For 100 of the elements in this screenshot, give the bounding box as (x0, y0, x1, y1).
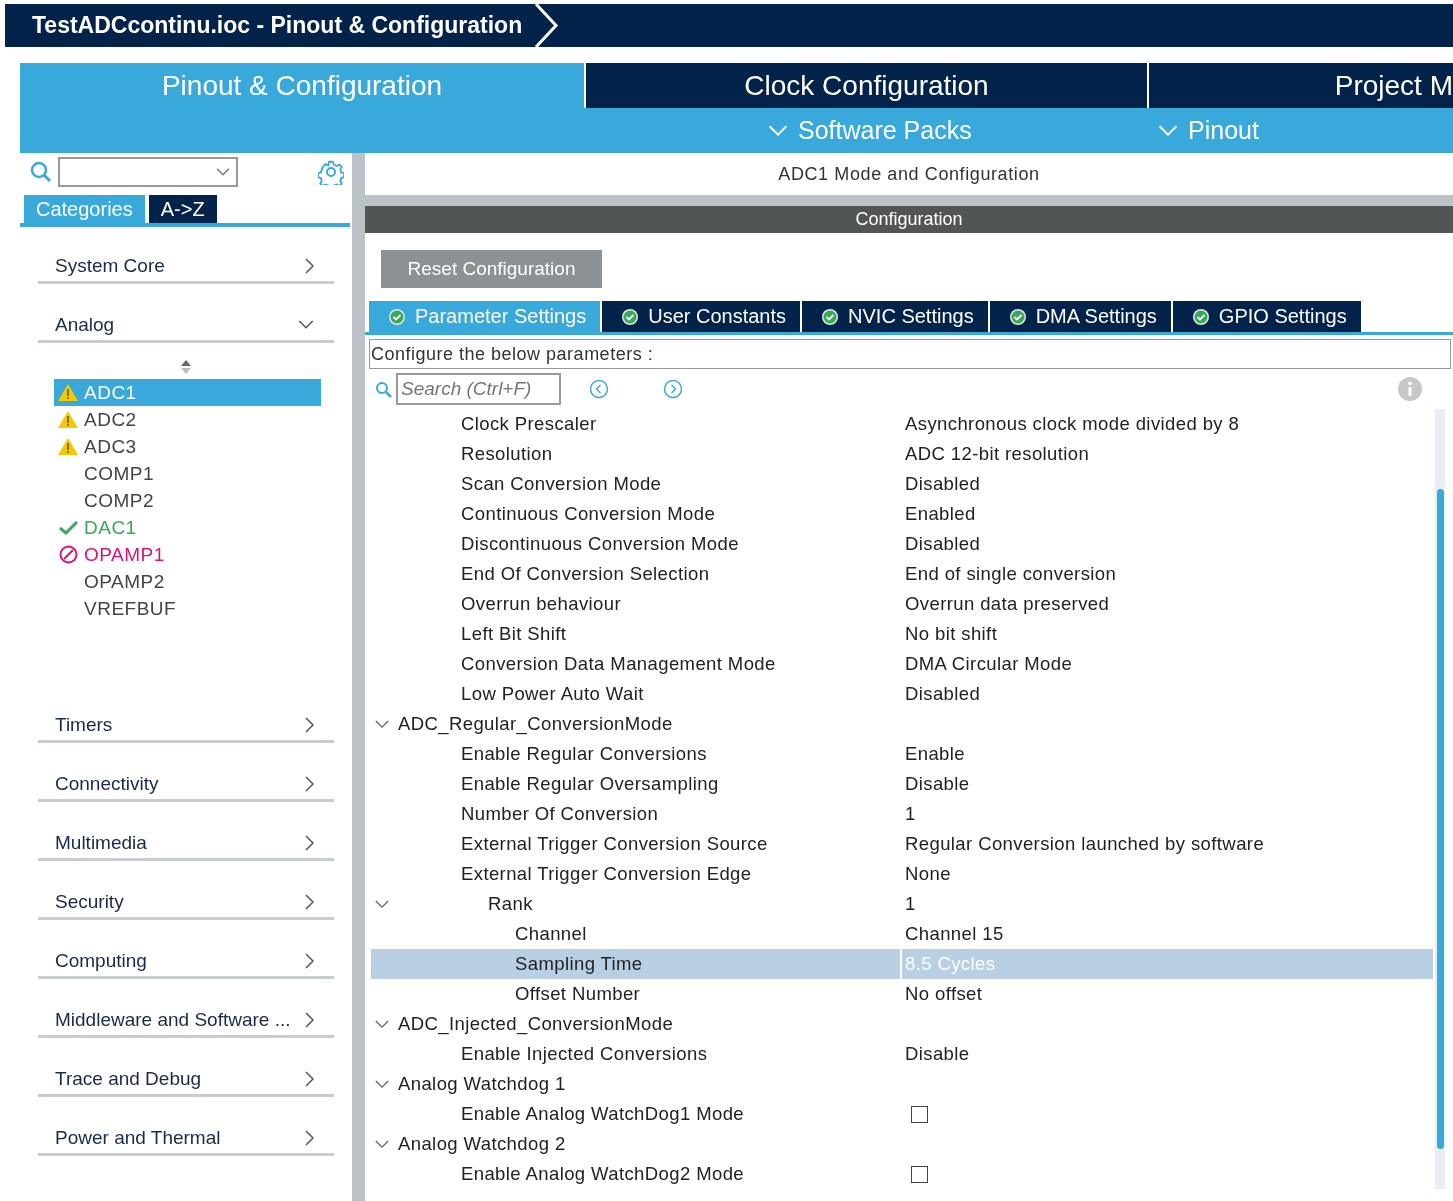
group-label[interactable]: Analog Watchdog 1 (398, 1073, 566, 1095)
parameter-row[interactable]: Channel Channel 15 (371, 919, 1433, 949)
next-icon[interactable] (663, 379, 683, 399)
category-header[interactable]: Middleware and Software ... (38, 1004, 334, 1038)
chevron-right-icon (304, 1070, 314, 1087)
chevron-right-icon (304, 257, 314, 274)
sort-icon[interactable] (180, 359, 192, 375)
parameter-value: Enabled (905, 503, 976, 525)
group-label[interactable]: ADC_Regular_ConversionMode (398, 713, 673, 735)
group-label[interactable]: Analog Watchdog 2 (398, 1133, 566, 1155)
category-header[interactable]: Security (38, 886, 334, 920)
parameter-name: Left Bit Shift (461, 623, 567, 645)
parameter-row[interactable]: External Trigger Conversion Edge None (371, 859, 1433, 889)
group-label[interactable]: ADC_Injected_ConversionMode (398, 1013, 674, 1035)
parameter-value: Disabled (905, 533, 981, 555)
peripheral-item[interactable]: VREFBUF (54, 595, 321, 622)
parameter-name: Scan Conversion Mode (461, 473, 662, 495)
check-circle-icon (622, 308, 639, 325)
settings-tab[interactable]: User Constants (602, 301, 801, 332)
chevron-down-icon[interactable] (375, 1139, 389, 1149)
chevron-down-icon[interactable] (375, 1079, 389, 1089)
parameter-row[interactable]: Enable Regular Conversions Enable (371, 739, 1433, 769)
chevron-down-icon (216, 167, 230, 177)
check-circle-icon (822, 308, 839, 325)
view-tab[interactable]: A->Z (148, 195, 217, 223)
parameter-value: 8.5 Cycles (900, 949, 996, 979)
peripheral-item[interactable]: ADC3 (54, 433, 321, 460)
parameter-row[interactable]: End Of Conversion Selection End of single conversion (371, 559, 1433, 589)
parameter-row[interactable]: Enable Regular Oversampling Disable (371, 769, 1433, 799)
parameter-row[interactable]: Scan Conversion Mode Disabled (371, 469, 1433, 499)
parameter-value: 1 (905, 893, 916, 915)
scrollbar[interactable] (1435, 409, 1445, 1189)
parameter-row[interactable]: Continuous Conversion Mode Enabled (371, 499, 1433, 529)
check-circle-icon (1192, 308, 1209, 325)
peripheral-item[interactable]: COMP2 (54, 487, 321, 514)
settings-tab[interactable]: DMA Settings (989, 301, 1171, 332)
parameter-name: External Trigger Conversion Source (461, 833, 768, 855)
category-header[interactable]: Connectivity (38, 768, 334, 802)
parameter-row[interactable]: Enable Analog WatchDog1 Mode (371, 1099, 1433, 1129)
parameter-row[interactable]: Resolution ADC 12-bit resolution (371, 439, 1433, 469)
category-header[interactable]: Timers (38, 709, 334, 743)
parameter-value: No bit shift (905, 623, 998, 645)
parameter-row[interactable]: Offset Number No offset (371, 979, 1433, 1009)
chevron-down-icon[interactable] (375, 719, 389, 729)
category-header[interactable]: Multimedia (38, 827, 334, 861)
chevron-down-icon[interactable] (375, 899, 389, 909)
settings-tab[interactable]: NVIC Settings (802, 301, 988, 332)
parameter-name: Enable Regular Conversions (461, 743, 707, 765)
parameter-name: End Of Conversion Selection (461, 563, 710, 585)
prohibited-icon (58, 545, 78, 564)
category-header[interactable]: Trace and Debug (38, 1063, 334, 1097)
check-icon (58, 520, 78, 535)
settings-tab[interactable]: GPIO Settings (1172, 301, 1361, 332)
chevron-down-icon (1158, 124, 1178, 137)
parameter-row[interactable]: Number Of Conversion 1 (371, 799, 1433, 829)
parameter-value: Disable (905, 773, 970, 795)
category-header[interactable]: Computing (38, 945, 334, 979)
parameter-value: Disabled (905, 473, 981, 495)
description-text: Configure the below parameters : (369, 339, 1451, 369)
chevron-right-icon (304, 775, 314, 792)
parameter-row[interactable]: Conversion Data Management Mode DMA Circular Mode (371, 649, 1433, 679)
checkbox[interactable] (911, 1165, 928, 1183)
parameter-row[interactable]: Discontinuous Conversion Mode Disabled (371, 529, 1433, 559)
previous-icon[interactable] (589, 379, 609, 399)
peripheral-item[interactable]: ADC2 (54, 406, 321, 433)
parameter-name: Enable Injected Conversions (461, 1043, 708, 1065)
category-header[interactable]: Analog (38, 309, 334, 343)
search-icon (375, 380, 392, 398)
parameter-value: No offset (905, 983, 983, 1005)
chevron-right-icon (304, 1129, 314, 1146)
warning-icon (58, 384, 78, 401)
parameter-value: Disable (905, 1043, 970, 1065)
search-field[interactable]: Search (Ctrl+F) (396, 373, 561, 405)
peripheral-item[interactable]: COMP1 (54, 460, 321, 487)
warning-icon (58, 411, 78, 428)
group-label[interactable]: Rank (488, 893, 533, 915)
parameter-value: Overrun data preserved (905, 593, 1110, 615)
search-dropdown[interactable] (58, 157, 238, 187)
category-header[interactable]: Power and Thermal (38, 1122, 334, 1156)
parameter-row[interactable]: Enable Analog WatchDog2 Mode (371, 1159, 1433, 1189)
peripheral-item[interactable]: OPAMP2 (54, 568, 321, 595)
parameter-name: Resolution (461, 443, 553, 465)
parameter-row[interactable]: External Trigger Conversion Source Regular Conversion launched by software (371, 829, 1433, 859)
section-header: Configuration (365, 206, 1453, 233)
parameter-row[interactable]: Sampling Time 8.5 Cycles (371, 949, 1433, 979)
checkbox[interactable] (911, 1105, 928, 1123)
chevron-down-icon (298, 319, 314, 330)
parameter-row[interactable]: Left Bit Shift No bit shift (371, 619, 1433, 649)
window-title: TestADCcontinu.ioc - Pinout & Configuration (31, 12, 523, 39)
chevron-right-icon (304, 1011, 314, 1028)
settings-icon[interactable] (318, 159, 344, 185)
parameter-row[interactable]: Enable Injected Conversions Disable (371, 1039, 1433, 1069)
peripheral-item[interactable]: OPAMP1 (54, 541, 321, 568)
category-header[interactable]: System Core (38, 250, 334, 284)
parameter-row[interactable]: Clock Prescaler Asynchronous clock mode divided by 8 (371, 409, 1433, 439)
parameter-row[interactable]: Low Power Auto Wait Disabled (371, 679, 1433, 709)
parameter-value: Channel 15 (905, 923, 1004, 945)
parameter-value: DMA Circular Mode (905, 653, 1073, 675)
parameter-row[interactable]: Overrun behaviour Overrun data preserved (371, 589, 1433, 619)
chevron-down-icon[interactable] (375, 1019, 389, 1029)
